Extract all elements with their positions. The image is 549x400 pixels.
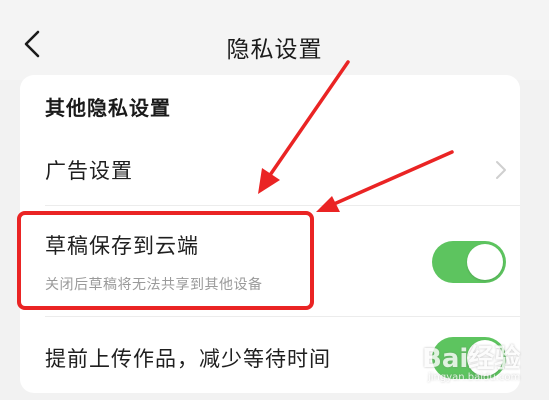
watermark-url: jingyan.baidu.com (428, 372, 521, 383)
watermark-logo: Bai经验 (422, 344, 521, 374)
watermark: Bai经验 jingyan.baidu.com (418, 330, 530, 390)
annotation-arrow (316, 150, 454, 212)
annotation-arrow (258, 60, 350, 194)
